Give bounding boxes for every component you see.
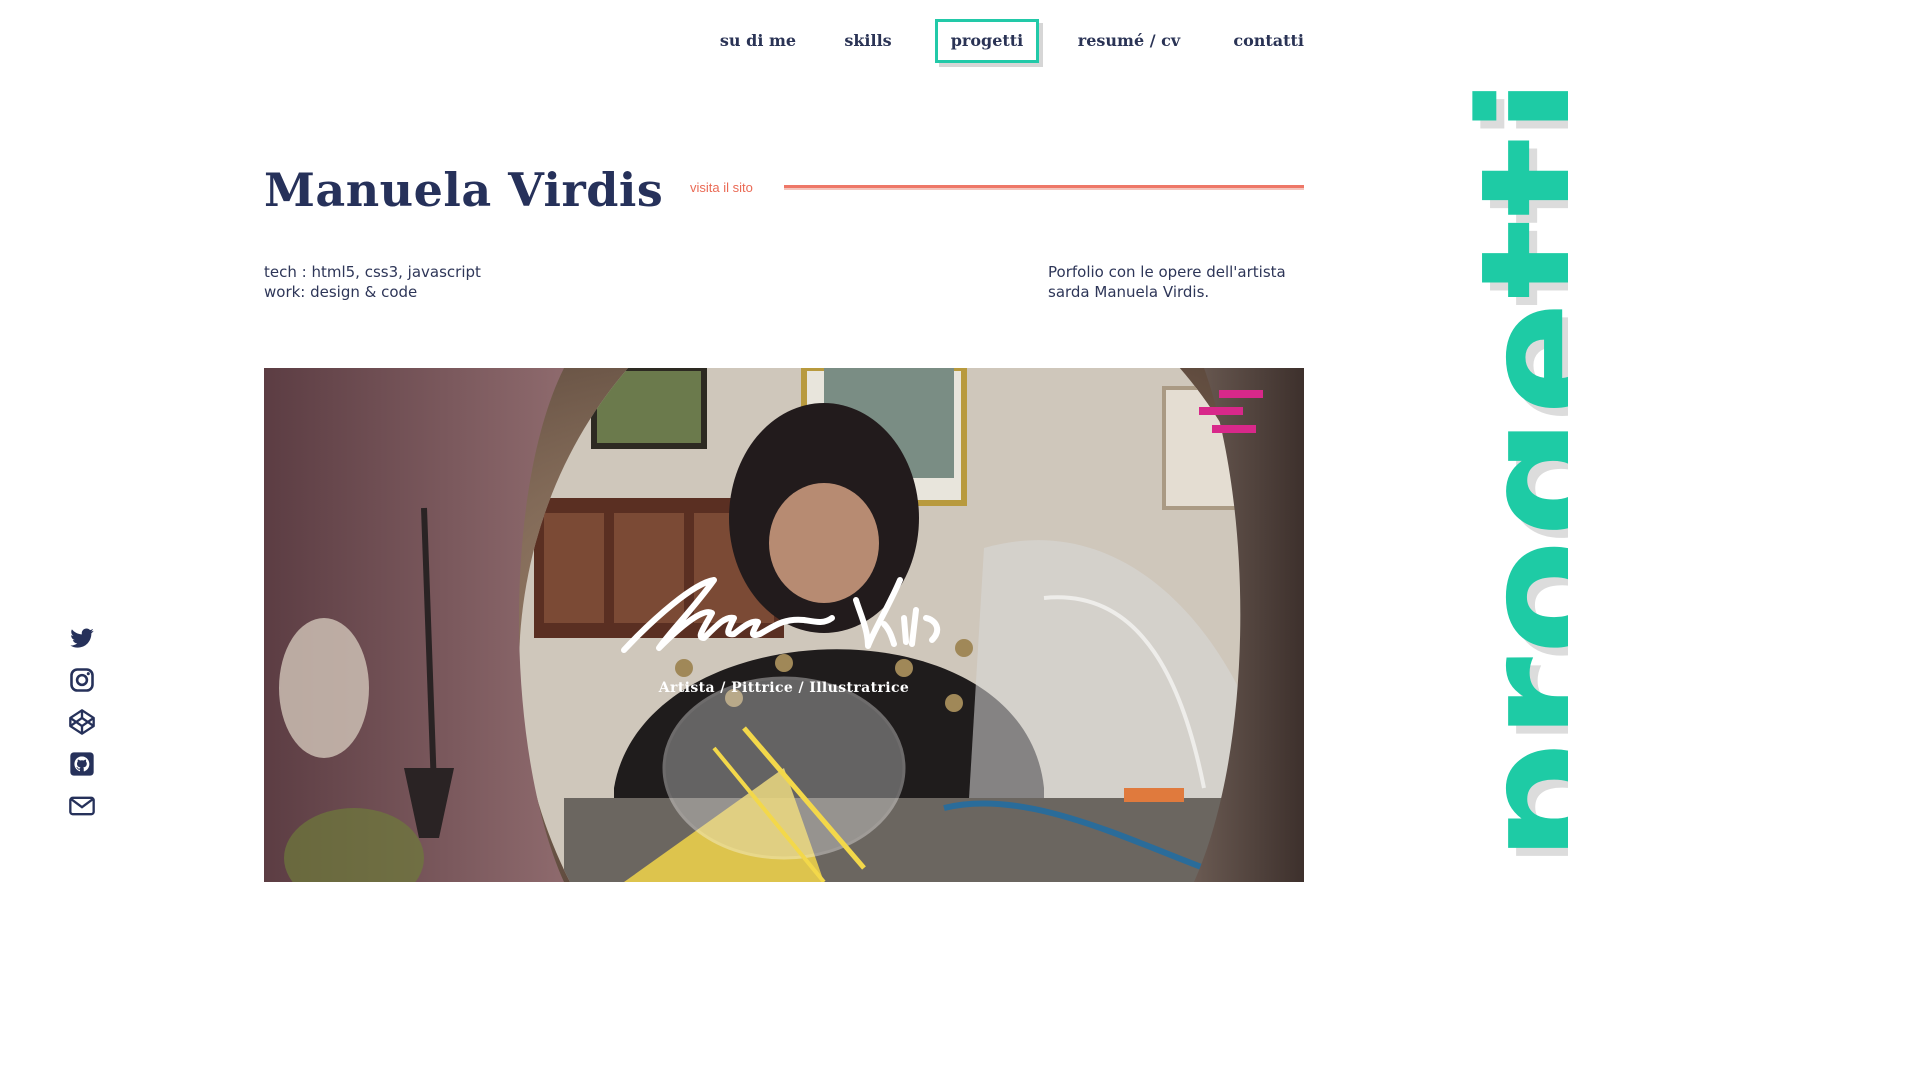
- project-description-line-1: Porfolio con le opere dell'artista: [1048, 263, 1286, 281]
- social-links: [68, 624, 96, 834]
- project-description: Porfolio con le opere dell'artista sarda…: [1048, 262, 1304, 302]
- twitter-icon[interactable]: [68, 624, 96, 652]
- hero-photo: [264, 368, 1304, 882]
- project-tech-info: tech : html5, css3, javascript work: des…: [264, 262, 481, 302]
- visit-site-line: [784, 185, 1304, 188]
- hero-subtitle: Artista / Pittrice / Illustratrice: [658, 680, 910, 696]
- section-vertical-title-wrap: progetti: [1420, 0, 1568, 882]
- nav-item-resume[interactable]: resumé / cv: [1074, 19, 1184, 63]
- brand-bar-3: [1212, 425, 1256, 433]
- main-nav: su di me skills progetti resumé / cv con…: [700, 19, 1304, 63]
- mail-icon[interactable]: [68, 792, 96, 820]
- codepen-icon[interactable]: [68, 708, 96, 736]
- project-title: Manuela Virdis: [264, 163, 664, 217]
- nav-item-contatti[interactable]: contatti: [1230, 19, 1304, 63]
- project-description-line-2: sarda Manuela Virdis.: [1048, 283, 1210, 301]
- nav-item-su-di-me[interactable]: su di me: [710, 19, 806, 63]
- nav-item-progetti[interactable]: progetti: [935, 19, 1039, 63]
- visit-site-link[interactable]: visita il sito: [690, 179, 753, 197]
- instagram-icon[interactable]: [68, 666, 96, 694]
- nav-item-skills[interactable]: skills: [830, 19, 906, 63]
- project-hero-image[interactable]: Artista / Pittrice / Illustratrice: [264, 368, 1304, 882]
- project-work: work: design & code: [264, 283, 418, 301]
- section-vertical-title: progetti: [1444, 75, 1568, 862]
- project-tech: tech : html5, css3, javascript: [264, 263, 481, 281]
- brand-bar-2: [1199, 407, 1243, 415]
- github-icon[interactable]: [68, 750, 96, 778]
- brand-bar-1: [1219, 390, 1263, 398]
